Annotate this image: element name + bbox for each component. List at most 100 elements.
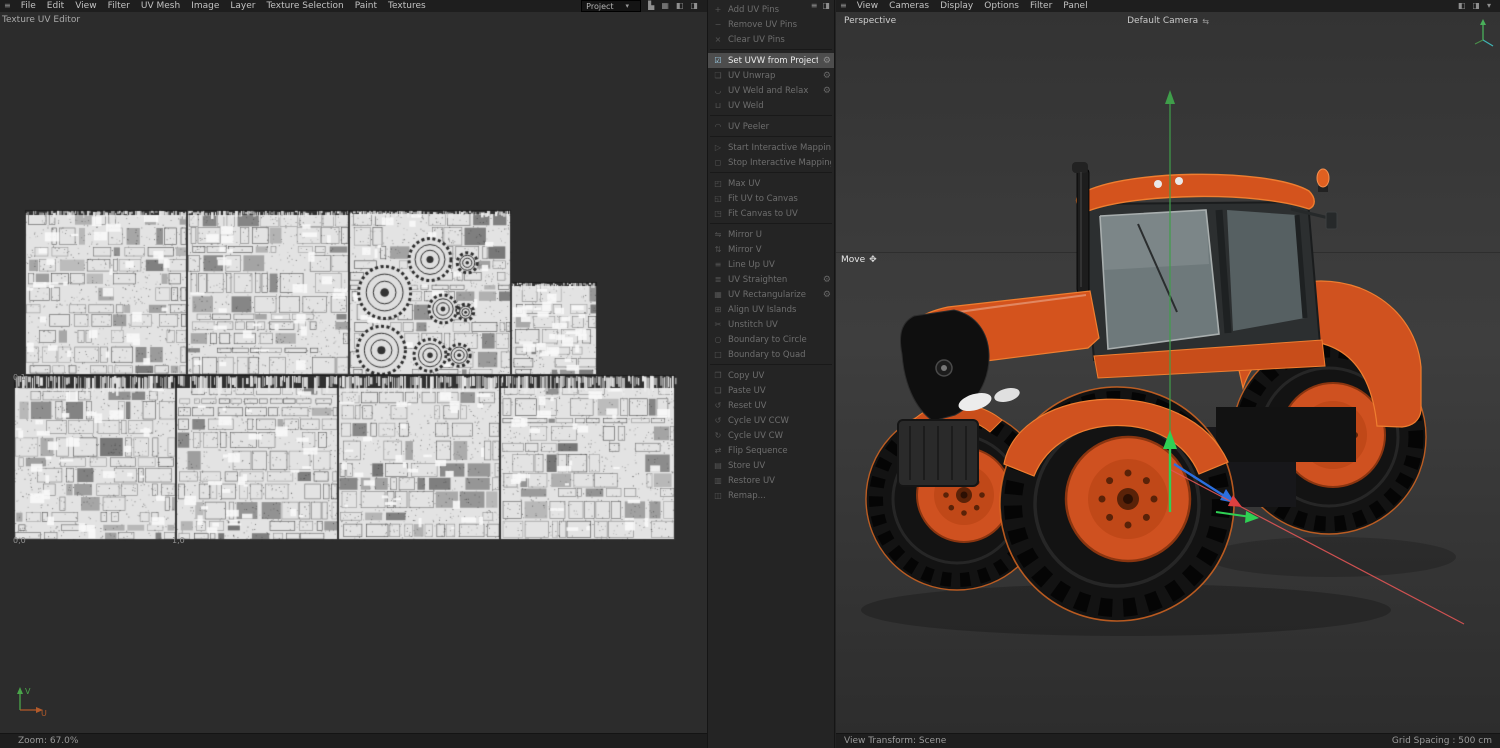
command-item[interactable]: ↻ Cycle UV CW ⚙ [708,428,834,443]
command-item[interactable]: ↺ Reset UV ⚙ [708,398,834,413]
command-item[interactable]: ❐ Copy UV ⚙ [708,368,834,383]
viewport-menubar: ≡ View Cameras Display Options Filter Panel ◧… [836,0,1500,12]
cab[interactable] [1075,173,1326,379]
command-label: Store UV [728,460,766,471]
command-icon: ↻ [714,431,722,440]
caret-down-icon[interactable]: ▾ [1487,0,1491,12]
command-item[interactable]: □ Boundary to Quad ⚙ [708,347,834,365]
camera-label[interactable]: Default Camera ⇆ [1127,16,1209,26]
menu-item[interactable]: Image [191,1,219,11]
dock-right-icon[interactable]: ◨ [1472,0,1480,12]
dock-left-icon[interactable]: ◧ [1458,0,1466,12]
command-item[interactable]: ◳ Fit Canvas to UV ⚙ [708,206,834,224]
command-item[interactable]: ◱ Fit UV to Canvas ⚙ [708,191,834,206]
command-item[interactable]: ⇋ Mirror U ⚙ [708,227,834,242]
command-item[interactable]: ◫ Remap... ⚙ [708,488,834,503]
command-item[interactable]: ⊔ UV Weld ⚙ [708,98,834,116]
histogram-icon[interactable]: ▙ [648,0,654,12]
menu-item[interactable]: Display [940,1,973,11]
dock-right-icon[interactable]: ◨ [690,0,698,12]
command-item[interactable]: ◠ UV Peeler ⚙ [708,119,834,137]
grid-icon[interactable]: ▦ [661,0,669,12]
menu-grip-icon[interactable]: ≡ [4,0,11,12]
command-icon: ◱ [714,194,722,203]
move-icon: ✥ [869,255,877,265]
uv-canvas-area[interactable]: Texture UV Editor 0,1 0,0 1,0 V U [0,12,707,733]
menu-item[interactable]: View [857,1,878,11]
v-axis-label: V [25,687,31,696]
command-item[interactable]: ↺ Cycle UV CCW ⚙ [708,413,834,428]
command-icon: ○ [714,335,722,344]
uv-editor-menubar: ≡ File Edit View Filter UV Mesh Image Layer Tex… [0,0,707,12]
menu-item[interactable]: Filter [1030,1,1052,11]
command-item[interactable]: ❏ Paste UV ⚙ [708,383,834,398]
command-icon: ⇄ [714,446,722,455]
gear-icon[interactable]: ⚙ [823,71,831,81]
command-icon: ⇋ [714,230,722,239]
panel-menu-icon[interactable]: ≡ [811,0,818,12]
command-item[interactable]: ⊞ Align UV Islands ⚙ [708,302,834,317]
menu-item[interactable]: Textures [388,1,426,11]
gear-icon[interactable]: ⚙ [823,290,831,300]
y-axis-arrow [1165,90,1175,104]
command-item[interactable]: × Clear UV Pins ⚙ [708,32,834,50]
side-window [1227,210,1305,331]
menu-item[interactable]: Filter [108,1,130,11]
menu-item[interactable]: Panel [1063,1,1087,11]
command-label: Align UV Islands [728,304,797,315]
command-item[interactable]: ✂ Unstitch UV ⚙ [708,317,834,332]
command-label: Mirror V [728,244,762,255]
command-item[interactable]: ◰ Max UV ⚙ [708,176,834,191]
menu-item[interactable]: Paint [355,1,377,11]
dock-icon[interactable]: ◨ [822,0,830,12]
command-label: Paste UV [728,385,766,396]
command-item[interactable]: ❏ UV Unwrap ⚙ [708,68,834,83]
command-icon: ◳ [714,209,722,218]
command-label: Stop Interactive Mapping [728,157,831,168]
gear-icon[interactable]: ⚙ [823,56,831,66]
command-item[interactable]: ≣ UV Straighten ⚙ [708,272,834,287]
command-item[interactable]: ▥ Restore UV ⚙ [708,473,834,488]
menu-item[interactable]: UV Mesh [141,1,180,11]
command-icon: ✂ [714,320,722,329]
command-item[interactable]: − Remove UV Pins ⚙ [708,17,834,32]
command-item[interactable]: ▷ Start Interactive Mapping ⚙ [708,140,834,155]
command-item[interactable]: ◡ UV Weld and Relax ⚙ [708,83,834,98]
viewport-menu-icon[interactable]: ≡ [840,0,847,12]
u-axis-label: U [41,709,47,718]
command-label: Max UV [728,178,761,189]
command-item[interactable]: ▦ UV Rectangularize ⚙ [708,287,834,302]
command-item[interactable]: ○ Boundary to Circle ⚙ [708,332,834,347]
menu-item[interactable]: Cameras [889,1,929,11]
command-label: Clear UV Pins [728,34,785,45]
command-item[interactable]: ≡ Line Up UV ⚙ [708,257,834,272]
menu-item[interactable]: Options [984,1,1019,11]
dock-left-icon[interactable]: ◧ [676,0,684,12]
command-icon: ❏ [714,386,722,395]
command-item[interactable]: ⇅ Mirror V ⚙ [708,242,834,257]
viewport-panel: ≡ View Cameras Display Options Filter Panel ◧… [836,0,1500,748]
tractor-model[interactable] [836,12,1500,733]
menu-item[interactable]: Texture Selection [266,1,343,11]
camera-swap-icon: ⇆ [1202,16,1209,26]
command-item[interactable]: ◻ Stop Interactive Mapping ⚙ [708,155,834,173]
command-list: + Add UV Pins ⚙ − Remove UV Pins ⚙ × Cle… [708,0,834,503]
command-icon: ↺ [714,401,722,410]
menu-item[interactable]: Edit [47,1,64,11]
menu-item[interactable]: Layer [230,1,255,11]
command-icon: ⊔ [714,101,722,110]
command-icon: ▤ [714,461,722,470]
menu-item[interactable]: File [21,1,36,11]
project-dropdown[interactable]: Project ▾ [581,0,642,12]
viewport-3d-view[interactable]: Perspective Default Camera ⇆ Move ✥ [836,12,1500,733]
view-name-label: Perspective [844,16,897,26]
command-label: UV Unwrap [728,70,776,81]
command-label: UV Weld and Relax [728,85,809,96]
command-item[interactable]: ▤ Store UV ⚙ [708,458,834,473]
uv-layout-canvas[interactable] [0,12,707,733]
gear-icon[interactable]: ⚙ [823,86,831,96]
gear-icon[interactable]: ⚙ [823,275,831,285]
command-item[interactable]: ⇄ Flip Sequence ⚙ [708,443,834,458]
menu-item[interactable]: View [75,1,96,11]
command-item[interactable]: ☑ Set UVW from Projection ⚙ [708,53,834,68]
